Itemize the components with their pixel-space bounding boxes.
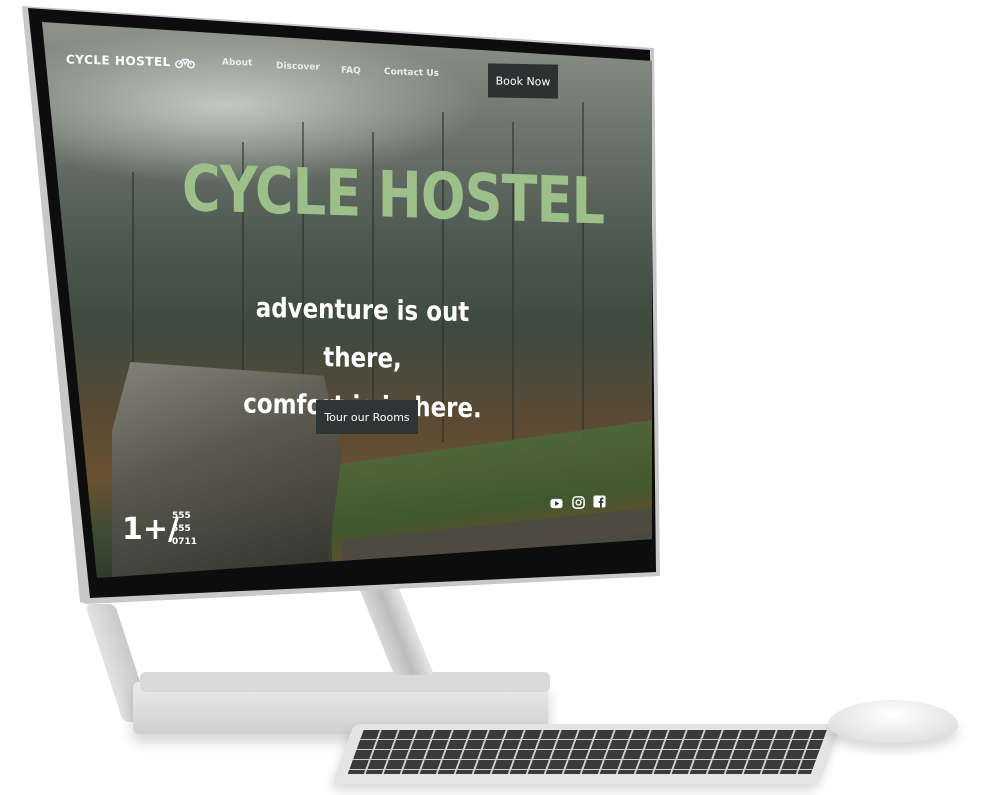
site-logo[interactable]: CYCLE HOSTEL [66, 52, 195, 69]
mouse [828, 700, 958, 742]
nav-contact[interactable]: Contact Us [384, 67, 439, 79]
tour-rooms-button[interactable]: Tour our Rooms [316, 400, 418, 434]
hero-title: CYCLE HOSTEL [182, 152, 605, 240]
keyboard [332, 724, 841, 784]
hero-tagline-line1: adventure is out there, [255, 292, 470, 375]
book-now-button[interactable]: Book Now [488, 63, 558, 99]
logo-text: CYCLE HOSTEL [66, 52, 171, 70]
phone-line: 555 [172, 524, 191, 534]
phone-line: 0711 [172, 537, 198, 547]
nav-discover[interactable]: Discover [276, 61, 320, 73]
instagram-icon[interactable] [572, 496, 585, 509]
bike-icon [174, 58, 195, 69]
computer-base-top [140, 672, 550, 692]
facebook-icon[interactable] [593, 495, 606, 508]
phone-prefix: 1+/ [122, 512, 179, 547]
screen: CYCLE HOSTEL About Discover FAQ Contact … [42, 22, 652, 578]
keyboard-keys [347, 730, 827, 774]
youtube-icon[interactable] [550, 497, 563, 510]
phone-number[interactable]: 555 555 0711 [172, 510, 197, 549]
nav-about[interactable]: About [222, 57, 252, 68]
scene: CYCLE HOSTEL About Discover FAQ Contact … [0, 0, 994, 795]
nav-faq[interactable]: FAQ [341, 66, 361, 77]
site-overlay: CYCLE HOSTEL About Discover FAQ Contact … [42, 22, 652, 578]
phone-line: 555 [172, 511, 191, 521]
